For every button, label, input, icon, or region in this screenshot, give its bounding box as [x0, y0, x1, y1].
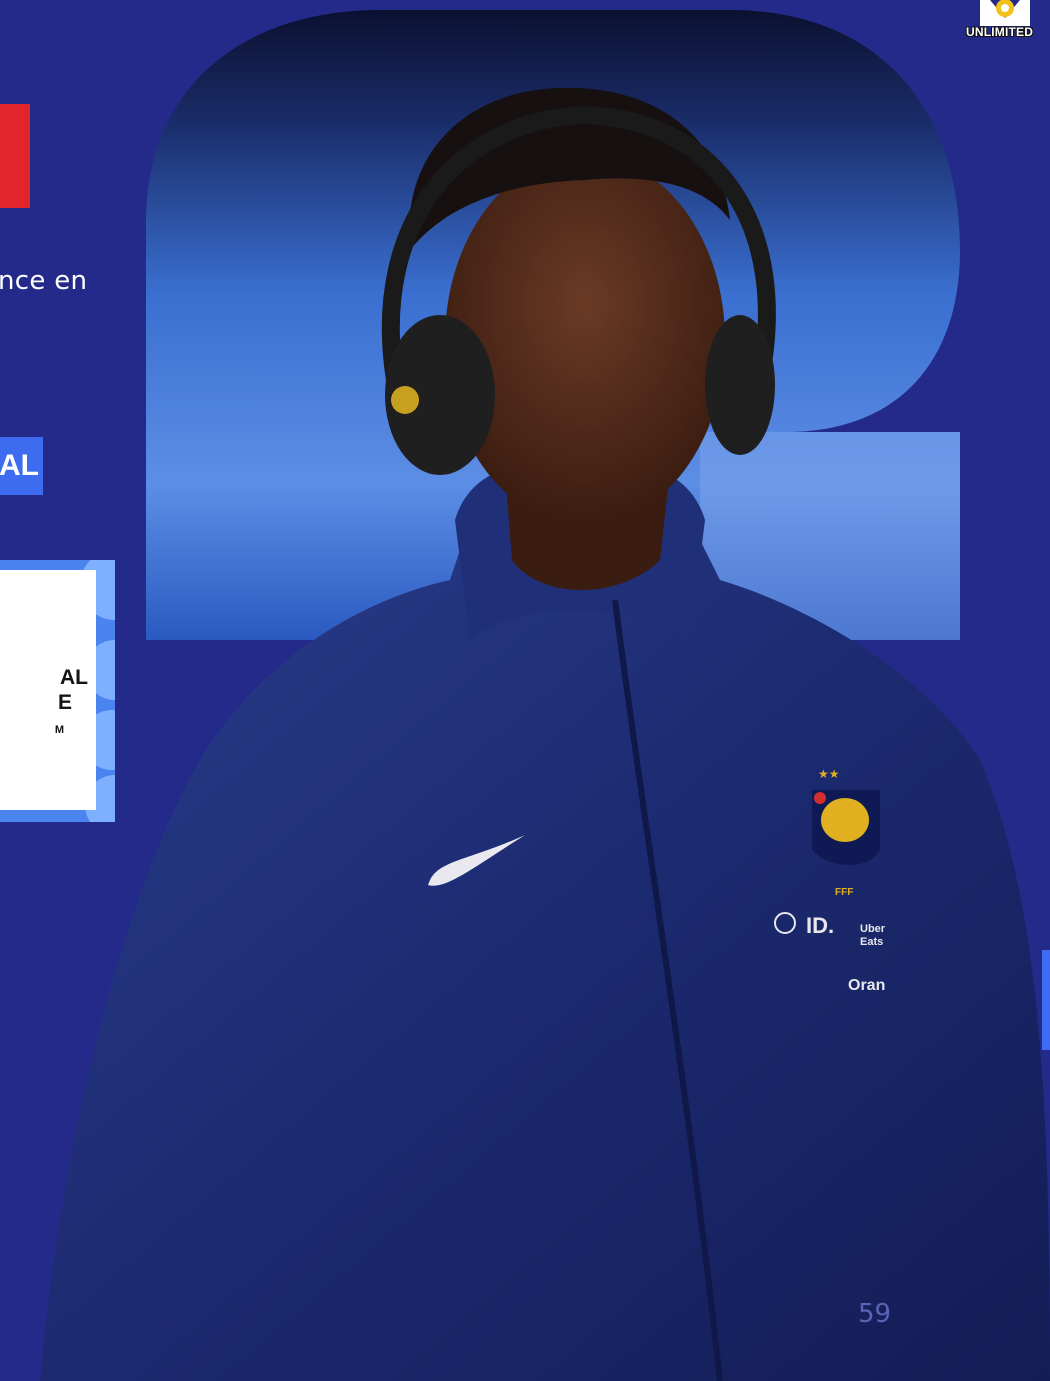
svg-text:FFF: FFF [835, 887, 853, 898]
rooster-crest-icon [812, 790, 880, 865]
highlight-tag: AL [0, 437, 43, 495]
unlimited-logo: UNLIMITED [960, 0, 1050, 42]
player-photo: ★★ FFF ID. Uber Eats Oran [40, 87, 1050, 1381]
svg-text:Uber: Uber [860, 923, 886, 935]
intro-text-fragment: nce en [0, 266, 88, 296]
svg-text:Oran: Oran [848, 977, 885, 994]
svg-text:Eats: Eats [860, 936, 883, 948]
svg-text:ID.: ID. [806, 913, 834, 938]
info-card: AL E M [0, 570, 96, 810]
slide: ★★ FFF ID. Uber Eats Oran nce en AL AL E… [0, 0, 1050, 1381]
svg-text:★★: ★★ [818, 767, 840, 781]
card-line-2: E [57, 691, 72, 714]
card-line-1: AL [60, 666, 88, 689]
right-edge-accent [1042, 950, 1050, 1050]
card-line-3: M [54, 724, 64, 736]
logo-wordmark: UNLIMITED [966, 25, 1034, 39]
page-number: 59 [858, 1299, 892, 1329]
red-accent-block [0, 104, 30, 208]
